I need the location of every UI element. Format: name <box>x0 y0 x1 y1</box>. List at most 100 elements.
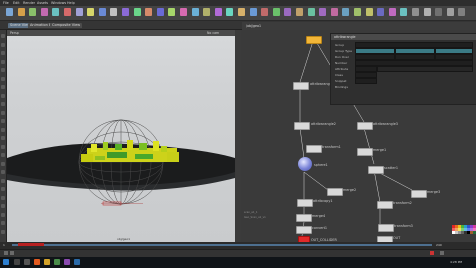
viewport-tool-icon[interactable] <box>1 221 5 225</box>
shelf-tool-icon[interactable] <box>412 8 419 16</box>
taskbar-search-icon[interactable] <box>14 259 20 265</box>
shelf-tool-icon[interactable] <box>423 8 431 16</box>
shelf-tool-icon[interactable] <box>168 8 176 16</box>
network-node-merge1[interactable] <box>357 148 373 156</box>
record-button[interactable] <box>430 251 434 255</box>
viewport-tool-icon[interactable] <box>1 85 5 89</box>
shelf-tool-icon[interactable] <box>307 8 315 16</box>
menu-render[interactable]: Render <box>23 1 35 5</box>
viewport-persp-label[interactable]: Persp <box>10 31 19 35</box>
shelf-tool-icon[interactable] <box>377 8 385 16</box>
viewport-camera-label[interactable]: No cam <box>207 31 219 35</box>
viewport-tool-icon[interactable] <box>1 153 5 157</box>
timeline-current-frame-marker[interactable] <box>18 243 44 246</box>
menu-help[interactable]: Help <box>67 1 75 5</box>
taskbar-app-icon-3[interactable] <box>44 259 50 265</box>
shelf-tool-icon[interactable] <box>145 8 153 16</box>
network-path[interactable]: /obj/geo1 <box>246 24 261 28</box>
shelf-tool-icon[interactable] <box>388 8 396 16</box>
network-node-attribwrangle1[interactable] <box>293 82 309 90</box>
menu-file[interactable]: File <box>3 1 9 5</box>
network-node-merge3[interactable] <box>411 190 427 198</box>
taskbar-app-icon-6[interactable] <box>74 259 80 265</box>
viewport-tool-icon[interactable] <box>1 187 5 191</box>
shelf-tool-icon[interactable] <box>284 8 292 16</box>
viewport-tool-icon[interactable] <box>1 76 5 81</box>
timeline-track[interactable] <box>12 244 432 246</box>
viewport-tool-icon[interactable] <box>1 136 5 140</box>
shelf-tool-icon[interactable] <box>214 8 222 16</box>
shelf-tool-icon[interactable] <box>122 8 129 16</box>
shelf-tool-icon[interactable] <box>17 8 25 16</box>
viewport-tool-icon[interactable] <box>1 51 5 55</box>
shelf-tool-icon[interactable] <box>40 8 48 16</box>
viewport-tool-icon[interactable] <box>1 161 5 166</box>
viewport-tool-icon[interactable] <box>1 195 5 200</box>
audio-button[interactable] <box>440 251 444 255</box>
shelf-tool-icon[interactable] <box>330 8 338 16</box>
taskbar-app-icon-1[interactable] <box>24 259 30 265</box>
network-node-scatter1[interactable] <box>368 166 384 174</box>
shelf-tool-icon[interactable] <box>435 8 443 16</box>
param-field-snippet[interactable] <box>355 78 377 84</box>
shelf-tool-icon[interactable] <box>446 8 454 16</box>
viewport-tool-icon[interactable] <box>1 59 5 64</box>
play-forward-button[interactable] <box>10 251 14 255</box>
shelf-tool-icon[interactable] <box>133 8 141 16</box>
network-node-selected[interactable] <box>306 36 322 44</box>
shelf-tool-icon[interactable] <box>180 8 187 16</box>
network-node-sphere1[interactable] <box>298 157 312 171</box>
shelf-tool-icon[interactable] <box>319 8 327 16</box>
shelf-tool-icon[interactable] <box>52 8 60 16</box>
shelf-tool-icon[interactable] <box>365 8 373 16</box>
taskbar-app-icon-5[interactable] <box>64 259 70 265</box>
shelf-tool-icon[interactable] <box>110 8 118 16</box>
network-node-merge4[interactable] <box>296 214 312 222</box>
viewport-tool-icon[interactable] <box>1 229 5 234</box>
shelf-tool-icon[interactable] <box>261 8 269 16</box>
scene-viewport[interactable]: obj/geo1 <box>7 36 235 242</box>
viewport-tool-icon[interactable] <box>1 42 5 47</box>
viewport-tool-icon[interactable] <box>1 170 5 174</box>
viewport-tool-icon[interactable] <box>1 68 5 72</box>
viewport-tool-icon[interactable] <box>1 34 5 38</box>
shelf-tool-icon[interactable] <box>296 8 303 16</box>
shelf-tool-icon[interactable] <box>156 8 164 16</box>
windows-start-icon[interactable] <box>3 259 9 265</box>
viewport-tool-icon[interactable] <box>1 127 5 132</box>
viewport-tool-icon[interactable] <box>1 102 5 106</box>
viewport-tool-icon[interactable] <box>1 204 5 208</box>
taskbar-app-icon-2[interactable] <box>34 259 40 265</box>
shelf-tool-icon[interactable] <box>400 8 408 16</box>
tab-composite-view[interactable]: Composite View <box>50 23 83 28</box>
menu-edit[interactable]: Edit <box>13 1 20 5</box>
shelf-tool-icon[interactable] <box>87 8 95 16</box>
shelf-tool-icon[interactable] <box>458 8 466 16</box>
network-node-attribwrangle3[interactable] <box>357 122 373 130</box>
viewport-tool-icon[interactable] <box>1 212 5 217</box>
menu-assets[interactable]: Assets <box>37 1 48 5</box>
viewport-tool-icon[interactable] <box>1 119 5 123</box>
viewport-tool-icon[interactable] <box>1 110 5 115</box>
network-node-transform1[interactable] <box>306 145 322 153</box>
shelf-tool-icon[interactable] <box>191 8 199 16</box>
network-node-attribcopy1[interactable] <box>297 199 313 207</box>
play-backward-button[interactable] <box>4 251 8 255</box>
param-slider-attribute[interactable] <box>377 66 473 72</box>
taskbar-app-icon-4[interactable] <box>54 259 60 265</box>
menu-windows[interactable]: Windows <box>51 1 66 5</box>
network-node-transform3[interactable] <box>378 224 394 232</box>
viewport-tool-icon[interactable] <box>1 144 5 149</box>
shelf-tool-icon[interactable] <box>98 8 106 16</box>
shelf-tool-icon[interactable] <box>238 8 245 16</box>
shelf-tool-icon[interactable] <box>6 8 13 16</box>
shelf-tool-icon[interactable] <box>342 8 350 16</box>
shelf-tool-icon[interactable] <box>203 8 211 16</box>
network-node-merge2[interactable] <box>327 188 343 196</box>
shelf-tool-icon[interactable] <box>354 8 361 16</box>
viewport-tool-icon[interactable] <box>1 178 5 183</box>
network-node-attribwrangle2[interactable] <box>294 122 310 130</box>
network-node-convert1[interactable] <box>296 226 312 234</box>
shelf-tool-icon[interactable] <box>29 8 37 16</box>
shelf-tool-icon[interactable] <box>226 8 234 16</box>
